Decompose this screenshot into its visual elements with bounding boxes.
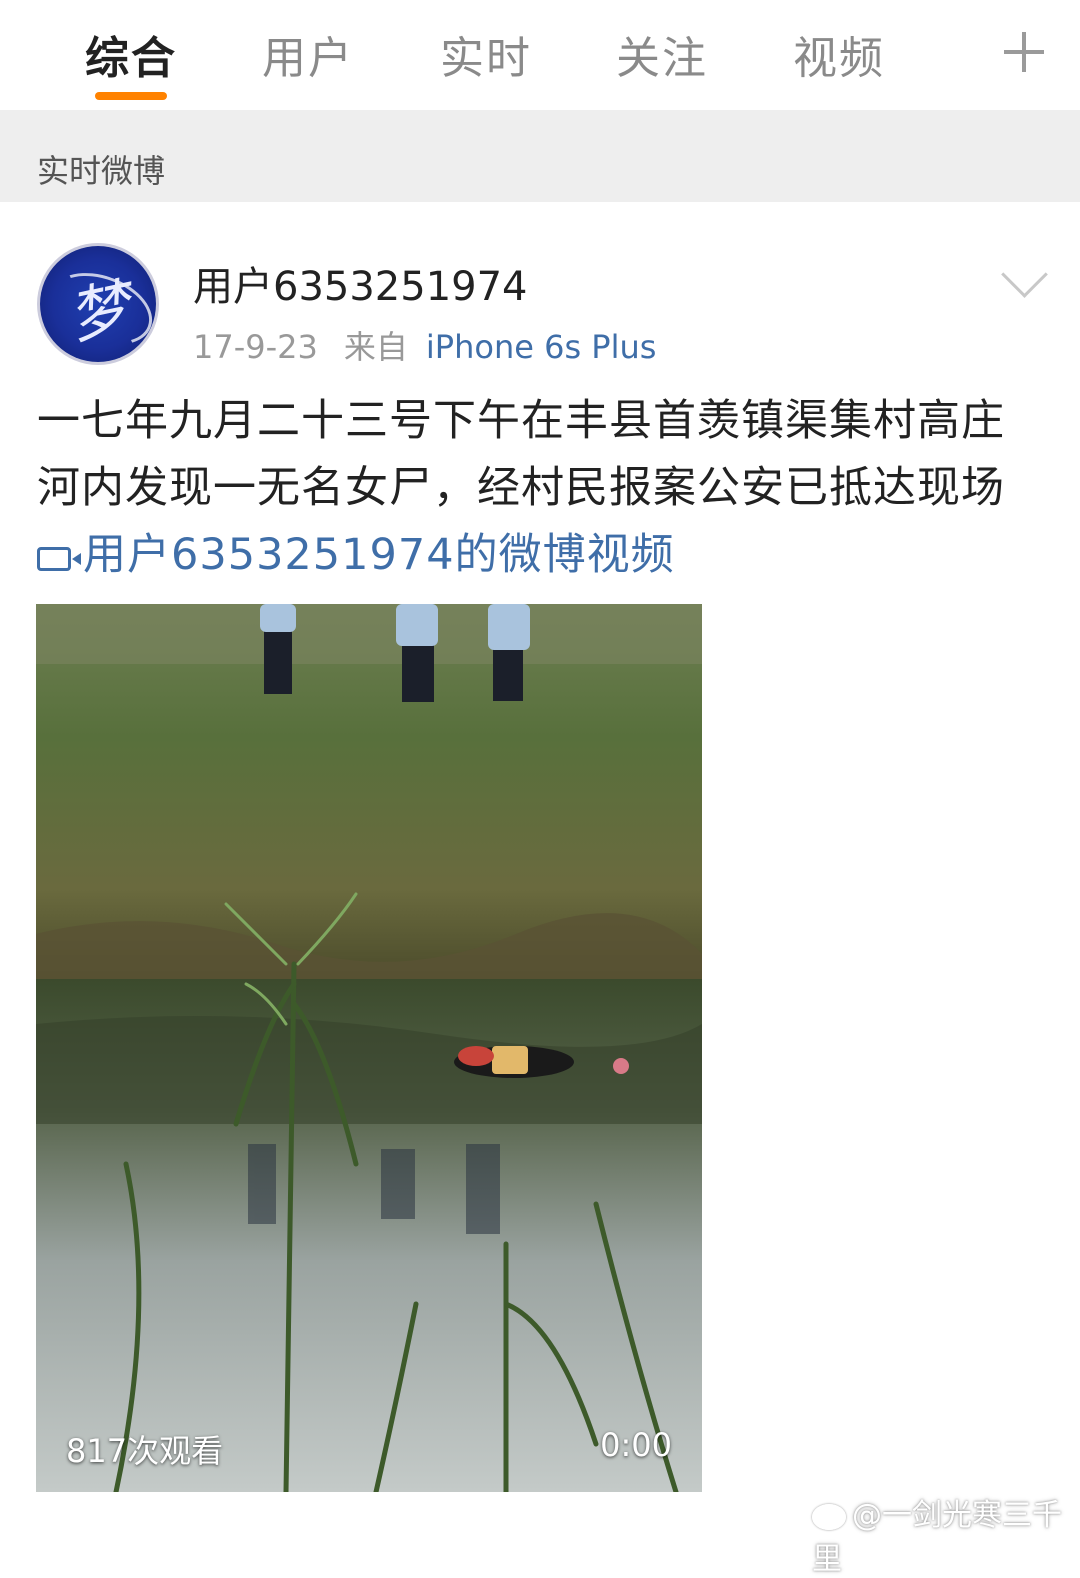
avatar-glyph-icon: 梦	[62, 272, 136, 354]
avatar[interactable]: 梦	[40, 246, 156, 362]
post-username[interactable]: 用户6353251974	[193, 254, 528, 312]
weibo-logo-icon	[812, 1503, 846, 1530]
video-link-label: 用户6353251974的微博视频	[83, 530, 675, 580]
video-view-count: 817次观看	[66, 1432, 224, 1470]
watermark-text: @一剑光寒三千里	[812, 1498, 1062, 1577]
video-thumbnail	[36, 604, 702, 1492]
plus-icon[interactable]	[1000, 28, 1048, 76]
video-camera-icon	[37, 547, 81, 571]
section-header: 实时微博	[0, 110, 1080, 202]
tab-comprehensive[interactable]: 综合	[85, 22, 177, 86]
top-tab-bar: 综合 用户 实时 关注 视频	[0, 0, 1080, 110]
video-link[interactable]: 用户6353251974的微博视频	[37, 530, 675, 580]
video-duration: 0:00	[600, 1426, 672, 1464]
video-player[interactable]: 817次观看 0:00	[36, 604, 702, 1492]
post-date: 17-9-23	[193, 328, 318, 366]
tab-following[interactable]: 关注	[616, 22, 708, 86]
tab-realtime[interactable]: 实时	[440, 22, 532, 86]
section-title: 实时微博	[37, 152, 166, 190]
watermark: @一剑光寒三千里	[812, 1490, 1080, 1578]
post-body: 一七年九月二十三号下午在丰县首羡镇渠集村高庄河内发现一无名女尸，经村民报案公安已…	[37, 396, 1005, 513]
tab-videos[interactable]: 视频	[793, 22, 885, 86]
post-from-label: 来自	[343, 328, 408, 366]
active-tab-indicator	[95, 92, 167, 100]
post-source[interactable]: iPhone 6s Plus	[426, 328, 657, 366]
post-meta: 17-9-23 来自 iPhone 6s Plus	[193, 322, 656, 368]
tab-users[interactable]: 用户	[262, 22, 354, 86]
post-text: 一七年九月二十三号下午在丰县首羡镇渠集村高庄河内发现一无名女尸，经村民报案公安已…	[37, 388, 1047, 589]
chevron-down-icon[interactable]	[1001, 251, 1048, 298]
